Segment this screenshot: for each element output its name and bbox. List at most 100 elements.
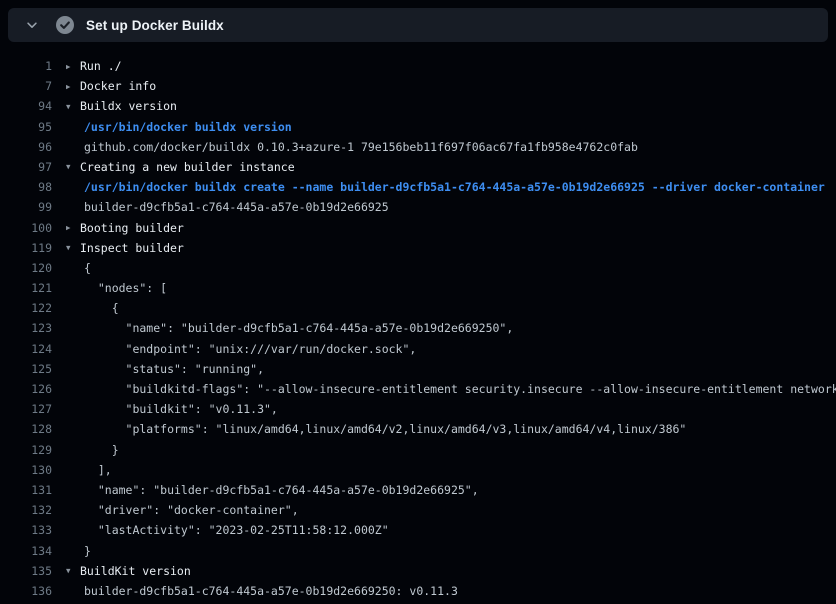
triangle-collapsed-icon[interactable]: ▶ [66, 218, 80, 238]
triangle-expanded-icon[interactable]: ▼ [66, 238, 80, 258]
group-title-text: BuildKit version [80, 564, 191, 578]
output-text: "endpoint": "unix:///var/run/docker.sock… [52, 339, 836, 359]
line-number[interactable]: 134 [0, 541, 52, 561]
triangle-expanded-icon[interactable]: ▼ [66, 157, 80, 177]
output-text: { [52, 258, 836, 278]
check-circle-icon [56, 16, 74, 34]
log-line: 131 "name": "builder-d9cfb5a1-c764-445a-… [0, 480, 836, 500]
step-title: Set up Docker Buildx [86, 18, 224, 33]
line-number[interactable]: 133 [0, 520, 52, 540]
group-title-text: Booting builder [80, 221, 184, 235]
line-number[interactable]: 1 [0, 56, 52, 76]
log-group-row[interactable]: 94▼Buildx version [0, 96, 836, 116]
line-number[interactable]: 127 [0, 399, 52, 419]
log-group-row[interactable]: 119▼Inspect builder [0, 238, 836, 258]
line-number[interactable]: 96 [0, 137, 52, 157]
line-number[interactable]: 97 [0, 157, 52, 177]
log-group-row[interactable]: 7▶Docker info [0, 76, 836, 96]
group-title: ▼Creating a new builder instance [52, 157, 836, 177]
line-number[interactable]: 135 [0, 561, 52, 581]
output-text: { [52, 298, 836, 318]
log-line: 125 "status": "running", [0, 359, 836, 379]
log-line: 95/usr/bin/docker buildx version [0, 117, 836, 137]
line-number[interactable]: 123 [0, 318, 52, 338]
line-number[interactable]: 124 [0, 339, 52, 359]
line-number[interactable]: 131 [0, 480, 52, 500]
output-text: "platforms": "linux/amd64,linux/amd64/v2… [52, 419, 836, 439]
output-text: github.com/docker/buildx 0.10.3+azure-1 … [52, 137, 836, 157]
log-group-row[interactable]: 1▶Run ./ [0, 56, 836, 76]
output-text: ], [52, 460, 836, 480]
chevron-down-icon[interactable] [24, 17, 40, 33]
group-title-text: Buildx version [80, 99, 177, 113]
group-title-text: Run ./ [80, 59, 122, 73]
log-output: 1▶Run ./7▶Docker info94▼Buildx version95… [0, 42, 836, 601]
output-text: "name": "builder-d9cfb5a1-c764-445a-a57e… [52, 480, 836, 500]
line-number[interactable]: 98 [0, 177, 52, 197]
line-number[interactable]: 129 [0, 440, 52, 460]
log-line: 126 "buildkitd-flags": "--allow-insecure… [0, 379, 836, 399]
line-number[interactable]: 100 [0, 218, 52, 238]
command-text: /usr/bin/docker buildx create --name bui… [52, 177, 836, 197]
output-text: } [52, 541, 836, 561]
output-text: "nodes": [ [52, 278, 836, 298]
log-line: 121 "nodes": [ [0, 278, 836, 298]
group-title: ▶Run ./ [52, 56, 836, 76]
output-text: } [52, 440, 836, 460]
log-line: 120{ [0, 258, 836, 278]
log-line: 129 } [0, 440, 836, 460]
output-text: "status": "running", [52, 359, 836, 379]
command-text: /usr/bin/docker buildx version [52, 117, 836, 137]
line-number[interactable]: 122 [0, 298, 52, 318]
log-line: 136builder-d9cfb5a1-c764-445a-a57e-0b19d… [0, 581, 836, 601]
log-line: 133 "lastActivity": "2023-02-25T11:58:12… [0, 520, 836, 540]
log-group-row[interactable]: 135▼BuildKit version [0, 561, 836, 581]
line-number[interactable]: 136 [0, 581, 52, 601]
line-number[interactable]: 7 [0, 76, 52, 96]
line-number[interactable]: 95 [0, 117, 52, 137]
group-title-text: Docker info [80, 79, 156, 93]
log-line: 132 "driver": "docker-container", [0, 500, 836, 520]
line-number[interactable]: 125 [0, 359, 52, 379]
line-number[interactable]: 130 [0, 460, 52, 480]
output-text: "lastActivity": "2023-02-25T11:58:12.000… [52, 520, 836, 540]
output-text: "driver": "docker-container", [52, 500, 836, 520]
log-line: 127 "buildkit": "v0.11.3", [0, 399, 836, 419]
line-number[interactable]: 132 [0, 500, 52, 520]
line-number[interactable]: 99 [0, 197, 52, 217]
group-title: ▶Docker info [52, 76, 836, 96]
log-line: 123 "name": "builder-d9cfb5a1-c764-445a-… [0, 318, 836, 338]
group-title: ▼Buildx version [52, 96, 836, 116]
group-title-text: Inspect builder [80, 241, 184, 255]
log-group-row[interactable]: 100▶Booting builder [0, 218, 836, 238]
triangle-collapsed-icon[interactable]: ▶ [66, 77, 80, 97]
group-title: ▼Inspect builder [52, 238, 836, 258]
log-line: 128 "platforms": "linux/amd64,linux/amd6… [0, 419, 836, 439]
line-number[interactable]: 120 [0, 258, 52, 278]
group-title: ▼BuildKit version [52, 561, 836, 581]
log-line: 98/usr/bin/docker buildx create --name b… [0, 177, 836, 197]
log-group-row[interactable]: 97▼Creating a new builder instance [0, 157, 836, 177]
line-number[interactable]: 121 [0, 278, 52, 298]
output-text: "buildkit": "v0.11.3", [52, 399, 836, 419]
line-number[interactable]: 128 [0, 419, 52, 439]
group-title: ▶Booting builder [52, 218, 836, 238]
log-line: 124 "endpoint": "unix:///var/run/docker.… [0, 339, 836, 359]
triangle-expanded-icon[interactable]: ▼ [66, 97, 80, 117]
output-text: builder-d9cfb5a1-c764-445a-a57e-0b19d2e6… [52, 581, 836, 601]
output-text: "name": "builder-d9cfb5a1-c764-445a-a57e… [52, 318, 836, 338]
line-number[interactable]: 94 [0, 96, 52, 116]
triangle-collapsed-icon[interactable]: ▶ [66, 57, 80, 77]
line-number[interactable]: 119 [0, 238, 52, 258]
step-header[interactable]: Set up Docker Buildx [8, 8, 828, 42]
output-text: builder-d9cfb5a1-c764-445a-a57e-0b19d2e6… [52, 197, 836, 217]
output-text: "buildkitd-flags": "--allow-insecure-ent… [52, 379, 836, 399]
log-line: 134} [0, 541, 836, 561]
log-line: 130 ], [0, 460, 836, 480]
log-line: 99builder-d9cfb5a1-c764-445a-a57e-0b19d2… [0, 197, 836, 217]
group-title-text: Creating a new builder instance [80, 160, 295, 174]
triangle-expanded-icon[interactable]: ▼ [66, 561, 80, 581]
log-line: 122 { [0, 298, 836, 318]
line-number[interactable]: 126 [0, 379, 52, 399]
log-line: 96github.com/docker/buildx 0.10.3+azure-… [0, 137, 836, 157]
